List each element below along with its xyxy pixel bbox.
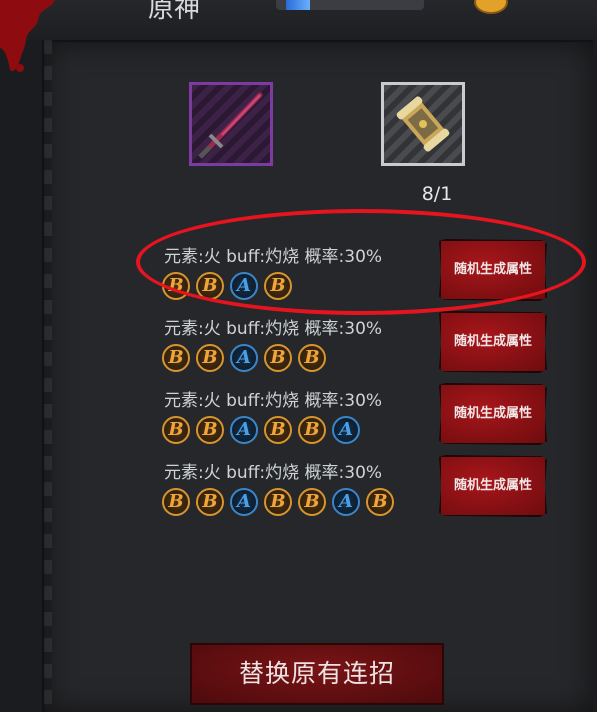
rune-b-icon: B [298,488,326,516]
panel-edge-decoration [44,40,52,710]
rune-b-icon: B [264,272,292,300]
sword-icon [198,92,263,159]
rune-a-icon: A [230,488,258,516]
rune-b-icon: B [196,272,224,300]
rune-b-icon: B [264,488,292,516]
rune-b-icon: B [196,488,224,516]
page-title: 原神 [148,0,201,24]
rune-b-icon: B [196,416,224,444]
random-attribute-button[interactable]: 随机生成属性 [439,455,547,517]
rune-b-icon: B [162,272,190,300]
attribute-text: 元素:火 buff:灼烧 概率:30% [164,319,383,339]
rune-b-icon: B [264,416,292,444]
random-attribute-button[interactable]: 随机生成属性 [439,383,547,445]
stack-count: 8/1 [421,183,453,205]
rune-b-icon: B [298,344,326,372]
gem-icon [286,0,310,10]
rune-a-icon: A [230,416,258,444]
rune-b-icon: B [162,416,190,444]
resource-bar [276,0,424,10]
attribute-text: 元素:火 buff:灼烧 概率:30% [164,247,383,267]
weapon-slot[interactable] [189,82,273,166]
combo-panel [42,40,593,712]
attribute-text: 元素:火 buff:灼烧 概率:30% [164,463,383,483]
scroll-icon [396,96,450,152]
rune-a-icon: A [332,488,360,516]
attribute-text: 元素:火 buff:灼烧 概率:30% [164,391,383,411]
rune-b-icon: B [298,416,326,444]
rune-a-icon: A [230,272,258,300]
rune-a-icon: A [332,416,360,444]
rune-b-icon: B [162,488,190,516]
rune-b-icon: B [162,344,190,372]
rune-b-icon: B [264,344,292,372]
rune-b-icon: B [196,344,224,372]
random-attribute-button[interactable]: 随机生成属性 [439,311,547,373]
replace-combo-button[interactable]: 替换原有连招 [190,643,444,705]
rune-b-icon: B [366,488,394,516]
scroll-slot[interactable] [381,82,465,166]
rune-a-icon: A [230,344,258,372]
random-attribute-button[interactable]: 随机生成属性 [439,239,547,301]
